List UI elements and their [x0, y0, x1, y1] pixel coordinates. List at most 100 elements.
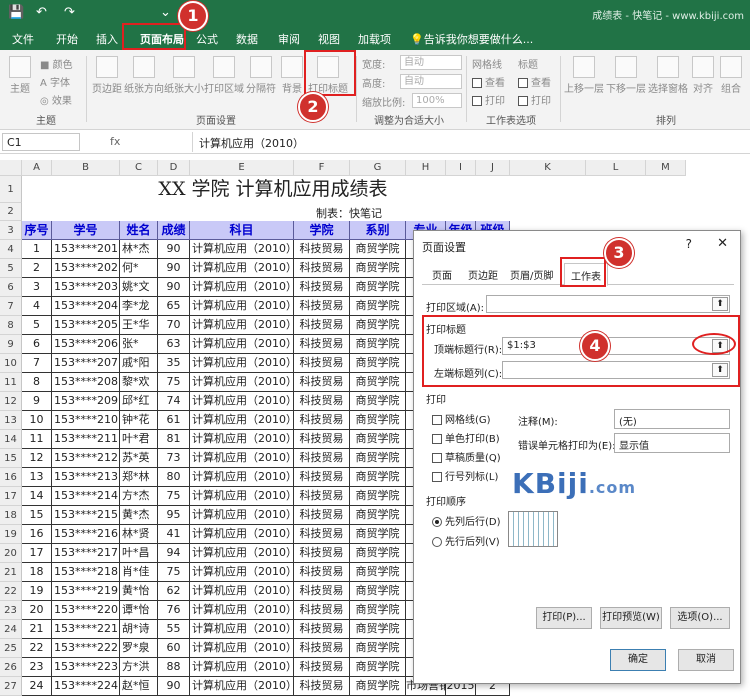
table-cell[interactable]: 科技贸易	[294, 373, 350, 392]
row-header[interactable]: 27	[0, 677, 22, 696]
table-cell[interactable]: 商贸学院	[350, 468, 406, 487]
row-header[interactable]: 11	[0, 373, 22, 392]
table-cell[interactable]: 科技贸易	[294, 278, 350, 297]
table-cell[interactable]: 计算机应用（2010）	[190, 240, 294, 259]
table-cell[interactable]: 90	[158, 278, 190, 297]
header-cell[interactable]: 学号	[52, 221, 120, 240]
row-header[interactable]: 17	[0, 487, 22, 506]
table-cell[interactable]: 商贸学院	[350, 373, 406, 392]
tab-margins[interactable]: 页边距	[468, 267, 498, 282]
header-cell[interactable]: 科目	[190, 221, 294, 240]
table-cell[interactable]: 科技贸易	[294, 601, 350, 620]
print-preview-button[interactable]: 打印预览(W)	[600, 607, 662, 629]
table-cell[interactable]: 科技贸易	[294, 677, 350, 696]
table-cell[interactable]: 153****211	[52, 430, 120, 449]
table-cell[interactable]: 153****217	[52, 544, 120, 563]
table-cell[interactable]: 方*洪	[120, 658, 158, 677]
table-cell[interactable]: 3	[22, 278, 52, 297]
table-cell[interactable]: 4	[22, 297, 52, 316]
table-cell[interactable]: 计算机应用（2010）	[190, 639, 294, 658]
row-header[interactable]: 12	[0, 392, 22, 411]
table-cell[interactable]: 罗*泉	[120, 639, 158, 658]
table-cell[interactable]: 商贸学院	[350, 563, 406, 582]
table-cell[interactable]: 计算机应用（2010）	[190, 392, 294, 411]
row-header[interactable]: 21	[0, 563, 22, 582]
errors-select[interactable]: 显示值	[614, 433, 730, 453]
table-cell[interactable]: 计算机应用（2010）	[190, 335, 294, 354]
table-cell[interactable]: 19	[22, 582, 52, 601]
tab-insert[interactable]: 插入	[96, 31, 118, 47]
table-cell[interactable]: 70	[158, 316, 190, 335]
column-header[interactable]: J	[476, 160, 510, 176]
cols-repeat-input[interactable]	[502, 361, 730, 379]
breaks-button[interactable]: 分隔符	[244, 56, 278, 95]
table-cell[interactable]: 35	[158, 354, 190, 373]
table-cell[interactable]: 12	[22, 449, 52, 468]
row-header[interactable]: 9	[0, 335, 22, 354]
print-button[interactable]: 打印(P)...	[536, 607, 592, 629]
table-cell[interactable]: 商贸学院	[350, 430, 406, 449]
table-cell[interactable]: 胡*诗	[120, 620, 158, 639]
table-cell[interactable]: 153****213	[52, 468, 120, 487]
table-cell[interactable]: 5	[22, 316, 52, 335]
gridlines-view-checkbox[interactable]: 查看	[472, 74, 505, 89]
table-cell[interactable]: 153****219	[52, 582, 120, 601]
row-header[interactable]: 5	[0, 259, 22, 278]
table-cell[interactable]: 153****224	[52, 677, 120, 696]
table-cell[interactable]: 科技贸易	[294, 563, 350, 582]
table-cell[interactable]: 153****212	[52, 449, 120, 468]
table-cell[interactable]: 90	[158, 240, 190, 259]
row-header[interactable]: 8	[0, 316, 22, 335]
row-header[interactable]: 16	[0, 468, 22, 487]
table-cell[interactable]: 153****214	[52, 487, 120, 506]
table-cell[interactable]: 科技贸易	[294, 582, 350, 601]
table-cell[interactable]: 73	[158, 449, 190, 468]
table-cell[interactable]: 16	[22, 525, 52, 544]
table-cell[interactable]: 科技贸易	[294, 658, 350, 677]
ok-button[interactable]: 确定	[610, 649, 666, 671]
table-cell[interactable]: 李*龙	[120, 297, 158, 316]
table-cell[interactable]: 153****218	[52, 563, 120, 582]
draft-checkbox[interactable]: 草稿质量(Q)	[432, 449, 501, 464]
table-cell[interactable]: 计算机应用（2010）	[190, 582, 294, 601]
gridlines-checkbox[interactable]: 网格线(G)	[432, 411, 491, 426]
table-cell[interactable]: 叶*昌	[120, 544, 158, 563]
table-cell[interactable]: 18	[22, 563, 52, 582]
table-cell[interactable]: 9	[22, 392, 52, 411]
header-cell[interactable]: 序号	[22, 221, 52, 240]
table-cell[interactable]: 科技贸易	[294, 544, 350, 563]
table-cell[interactable]: 商贸学院	[350, 316, 406, 335]
table-cell[interactable]: 17	[22, 544, 52, 563]
table-cell[interactable]: 林*贤	[120, 525, 158, 544]
header-cell[interactable]: 系别	[350, 221, 406, 240]
table-cell[interactable]: 13	[22, 468, 52, 487]
header-cell[interactable]: 成绩	[158, 221, 190, 240]
table-cell[interactable]: 61	[158, 411, 190, 430]
table-cell[interactable]: 153****206	[52, 335, 120, 354]
table-cell[interactable]: 153****208	[52, 373, 120, 392]
table-cell[interactable]: 商贸学院	[350, 582, 406, 601]
row-header[interactable]: 15	[0, 449, 22, 468]
size-button[interactable]: 纸张大小	[164, 56, 204, 95]
column-header[interactable]: C	[120, 160, 158, 176]
table-cell[interactable]: 商贸学院	[350, 487, 406, 506]
row-header[interactable]: 19	[0, 525, 22, 544]
row-header[interactable]: 10	[0, 354, 22, 373]
collapse-icon[interactable]: ⬆	[712, 297, 728, 311]
headings-view-checkbox[interactable]: 查看	[518, 74, 551, 89]
table-cell[interactable]: 153****210	[52, 411, 120, 430]
table-cell[interactable]: 科技贸易	[294, 468, 350, 487]
row-header[interactable]: 7	[0, 297, 22, 316]
table-cell[interactable]: 计算机应用（2010）	[190, 411, 294, 430]
table-cell[interactable]: 戚*阳	[120, 354, 158, 373]
column-header[interactable]: L	[586, 160, 646, 176]
table-cell[interactable]: 95	[158, 506, 190, 525]
table-cell[interactable]: 计算机应用（2010）	[190, 430, 294, 449]
tab-header-footer[interactable]: 页眉/页脚	[510, 267, 553, 282]
table-cell[interactable]: 商贸学院	[350, 544, 406, 563]
margins-button[interactable]: 页边距	[90, 56, 124, 95]
table-cell[interactable]: 计算机应用（2010）	[190, 563, 294, 582]
rowcol-checkbox[interactable]: 行号列标(L)	[432, 468, 498, 483]
table-cell[interactable]: 商贸学院	[350, 259, 406, 278]
table-cell[interactable]: 科技贸易	[294, 525, 350, 544]
